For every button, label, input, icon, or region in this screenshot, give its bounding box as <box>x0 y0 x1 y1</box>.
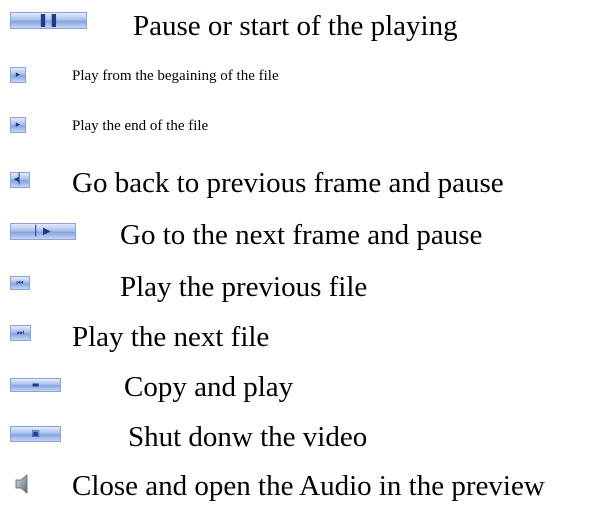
legend-label-copy-play: Copy and play <box>124 371 294 403</box>
legend-label-audio: Close and open the Audio in the preview <box>72 470 545 502</box>
play-end-icon: ▸ <box>10 117 26 133</box>
legend-label-previous-frame: Go back to previous frame and pause <box>72 167 504 199</box>
next-frame-icon: ▏▶ <box>10 223 76 240</box>
next-file-icon: ⏭ <box>10 325 31 341</box>
legend-label-play-end: Play the end of the file <box>72 118 209 134</box>
legend-label-next-frame: Go to the next frame and pause <box>120 219 483 251</box>
legend-label-shutdown-video: Shut donw the video <box>128 421 368 453</box>
previous-frame-icon: ◂▏ <box>10 172 30 188</box>
button-legend: ❚❚ Pause or start of the playing ▸ Play … <box>0 0 598 509</box>
legend-row-previous-file: ⏮ Play the previous file <box>0 270 598 310</box>
legend-row-copy-play: ▬ Copy and play <box>0 371 598 411</box>
legend-label-play-from-beginning: Play from the begaining of the file <box>72 68 279 84</box>
previous-file-icon: ⏮ <box>10 276 30 290</box>
legend-row-pause: ❚❚ Pause or start of the playing <box>0 5 598 45</box>
legend-row-play-end: ▸ Play the end of the file <box>0 112 598 152</box>
copy-play-icon: ▬ <box>10 378 61 392</box>
legend-label-next-file: Play the next file <box>72 321 270 353</box>
audio-icon <box>15 474 28 494</box>
play-from-beginning-icon: ▸ <box>10 67 26 83</box>
shutdown-video-icon: ▣ <box>10 426 61 442</box>
legend-row-play-from-beginning: ▸ Play from the begaining of the file <box>0 62 598 102</box>
legend-row-next-file: ⏭ Play the next file <box>0 320 598 360</box>
legend-row-shutdown-video: ▣ Shut donw the video <box>0 421 598 461</box>
legend-row-previous-frame: ◂▏ Go back to previous frame and pause <box>0 166 598 206</box>
legend-row-audio: Close and open the Audio in the preview <box>0 470 598 510</box>
legend-row-next-frame: ▏▶ Go to the next frame and pause <box>0 218 598 258</box>
pause-icon: ❚❚ <box>10 12 87 29</box>
legend-label-pause: Pause or start of the playing <box>133 10 458 42</box>
legend-label-previous-file: Play the previous file <box>120 271 368 303</box>
